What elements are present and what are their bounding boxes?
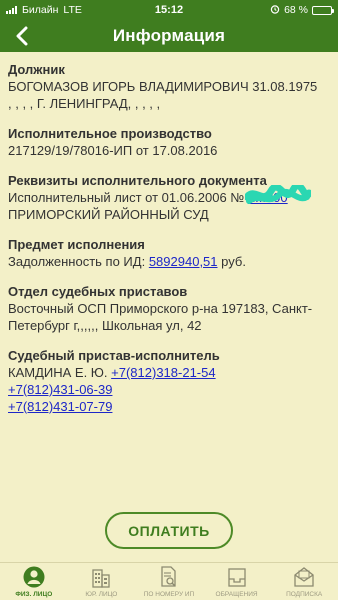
redaction-scribble	[244, 185, 311, 204]
currency-label: руб.	[221, 254, 246, 269]
proceeding-section: Исполнительное производство 217129/19/78…	[8, 126, 334, 159]
tab-label: ФИЗ. ЛИЦО	[15, 591, 53, 598]
tab-label: ПО НОМЕРУ ИП	[143, 591, 195, 598]
person-icon	[23, 566, 45, 588]
navigation-bar: Информация	[0, 20, 338, 52]
bailiff-line: КАМДИНА Е. Ю. +7(812)318-21-54	[8, 364, 334, 381]
debtor-address: , , , , Г. ЛЕНИНГРАД, , , , ,	[8, 96, 161, 111]
tab-label: ПОДПИСКА	[286, 591, 323, 598]
battery-percent: 68 %	[284, 4, 308, 16]
document-search-icon	[161, 566, 176, 587]
document-section: Реквизиты исполнительного документа Испо…	[8, 173, 334, 223]
document-line: Исполнительный лист от 01.06.2006 № 1...…	[8, 185, 334, 206]
back-button[interactable]	[10, 24, 34, 48]
chevron-left-icon	[16, 26, 28, 46]
department-section: Отдел судебных приставов Восточный ОСП П…	[8, 284, 334, 334]
debt-amount-link[interactable]: 5892940,51	[149, 254, 218, 269]
network-label: LTE	[63, 4, 82, 16]
bailiff-section: Судебный пристав-исполнитель КАМДИНА Е. …	[8, 348, 334, 415]
battery-icon	[312, 5, 334, 15]
carrier-label: Билайн	[22, 4, 59, 16]
proceeding-heading: Исполнительное производство	[8, 126, 212, 141]
tab-label: ОБРАЩЕНИЯ	[215, 591, 258, 598]
phone-link-1[interactable]: +7(812)318-21-54	[111, 365, 215, 380]
bailiff-heading: Судебный пристав-исполнитель	[8, 348, 220, 363]
clock: 15:12	[154, 4, 184, 16]
phone-link-3[interactable]: +7(812)431-07-79	[8, 399, 112, 414]
proceeding-number: 217129/19/78016-ИП от 17.08.2016	[8, 143, 218, 158]
page-title: Информация	[112, 26, 226, 45]
status-bar: Билайн LTE 15:12 68 %	[0, 0, 338, 20]
department-heading: Отдел судебных приставов	[8, 284, 188, 299]
tab-individual[interactable]: ФИЗ. ЛИЦО	[0, 563, 68, 600]
subject-heading: Предмет исполнения	[8, 237, 145, 252]
alarm-icon	[270, 4, 280, 17]
tab-bar: ФИЗ. ЛИЦО ЮР. ЛИЦО ПО НОМЕРУ ИП ОБРАЩЕНИ…	[0, 562, 338, 600]
debtor-section: Должник БОГОМАЗОВ ИГОРЬ ВЛАДИМИРОВИЧ 31.…	[8, 62, 334, 112]
status-right: 68 %	[212, 4, 334, 17]
subject-section: Предмет исполнения Задолженность по ИД: …	[8, 237, 334, 270]
pay-button-wrap: ОПЛАТИТЬ	[0, 512, 338, 549]
tab-label: ЮР. ЛИЦО	[85, 591, 118, 598]
status-left: Билайн LTE	[6, 4, 126, 16]
inbox-icon	[227, 568, 246, 587]
department-address-1: Восточный ОСП Приморского р-на 197183, С…	[8, 301, 313, 316]
building-icon	[92, 569, 111, 588]
bailiff-name: КАМДИНА Е. Ю.	[8, 365, 108, 380]
subject-line: Задолженность по ИД: 5892940,51 руб.	[8, 253, 334, 270]
signal-icon	[6, 6, 17, 14]
pay-button[interactable]: ОПЛАТИТЬ	[105, 512, 233, 549]
tab-appeals[interactable]: ОБРАЩЕНИЯ	[203, 563, 271, 600]
document-prefix: Исполнительный лист от 01.06.2006 №	[8, 190, 245, 205]
tab-legal-entity[interactable]: ЮР. ЛИЦО	[68, 563, 136, 600]
tab-by-number[interactable]: ПО НОМЕРУ ИП	[135, 563, 203, 600]
document-number-link[interactable]: 1...200	[244, 185, 311, 206]
phone-link-2[interactable]: +7(812)431-06-39	[8, 382, 112, 397]
subject-prefix: Задолженность по ИД:	[8, 254, 146, 269]
debtor-name: БОГОМАЗОВ ИГОРЬ ВЛАДИМИРОВИЧ 31.08.1975	[8, 79, 318, 94]
department-address-2: Петербург г,,,,,, Школьная ул, 42	[8, 318, 202, 333]
info-content: Должник БОГОМАЗОВ ИГОРЬ ВЛАДИМИРОВИЧ 31.…	[8, 62, 334, 429]
debtor-heading: Должник	[8, 62, 65, 77]
tab-subscription[interactable]: ПОДПИСКА	[270, 563, 338, 600]
envelope-icon	[294, 567, 314, 587]
